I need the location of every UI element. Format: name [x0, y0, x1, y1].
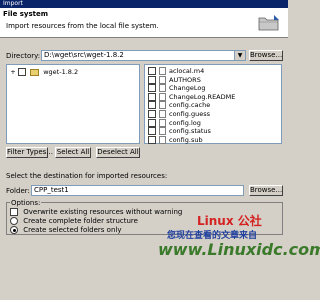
tree-item-root[interactable]: + wget-1.8.2 — [10, 68, 78, 76]
banner-title: File system — [3, 10, 49, 18]
chevron-down-icon[interactable]: ▼ — [234, 51, 245, 60]
file-name: config.status — [169, 127, 211, 136]
overwrite-checkbox[interactable] — [10, 208, 18, 216]
file-checkbox[interactable] — [148, 75, 156, 84]
file-list-item[interactable]: ChangeLog — [148, 84, 206, 93]
overwrite-option[interactable]: Overwrite existing resources without war… — [10, 208, 182, 216]
directory-browse-button[interactable]: Browse... — [249, 50, 283, 61]
deselect-all-button[interactable]: Deselect All — [96, 147, 140, 158]
file-icon — [159, 110, 166, 118]
folder-input[interactable]: CPP_test1 — [31, 185, 244, 196]
file-list-item[interactable]: config.log — [148, 118, 201, 127]
file-name: ChangeLog — [169, 84, 206, 93]
file-name: config.guess — [169, 110, 210, 118]
create-complete-option[interactable]: Create complete folder structure — [10, 217, 138, 225]
file-list-item[interactable]: config.status — [148, 127, 211, 136]
file-checkbox[interactable] — [148, 101, 156, 110]
expand-icon[interactable]: + — [10, 68, 16, 76]
file-list-panel[interactable]: aclocal.m4 AUTHORS ChangeLog ChangeLog.READ… — [144, 64, 282, 144]
watermark-url: www.Linuxidc.com — [158, 240, 320, 259]
folder-label: Folder: — [6, 187, 30, 195]
file-checkbox[interactable] — [148, 135, 156, 144]
file-icon — [159, 67, 166, 75]
folder-tree-panel[interactable]: + wget-1.8.2 — [6, 64, 140, 144]
file-name: config.sub — [169, 135, 203, 144]
create-selected-option[interactable]: Create selected folders only — [10, 226, 122, 234]
tree-root-label: wget-1.8.2 — [43, 68, 79, 76]
folder-value: CPP_test1 — [34, 186, 69, 194]
overwrite-label: Overwrite existing resources without war… — [23, 208, 183, 216]
create-selected-radio[interactable] — [10, 226, 18, 234]
create-complete-radio[interactable] — [10, 217, 18, 225]
window-title: Import — [3, 0, 23, 7]
banner-subtitle: Import resources from the local file sys… — [6, 22, 159, 30]
file-name: config.log — [169, 118, 201, 127]
file-checkbox[interactable] — [148, 110, 156, 118]
directory-value: D:\wget\src\wget-1.8.2 — [44, 51, 124, 59]
file-icon — [159, 118, 166, 127]
file-name: ChangeLog.README — [169, 92, 236, 101]
file-checkbox[interactable] — [148, 127, 156, 136]
window-title-bar: Import — [0, 0, 288, 8]
file-checkbox[interactable] — [148, 84, 156, 93]
destination-heading: Select the destination for imported reso… — [6, 172, 168, 180]
file-checkbox[interactable] — [148, 67, 156, 75]
folder-icon — [30, 68, 40, 76]
file-icon — [159, 101, 166, 110]
file-icon — [159, 135, 166, 144]
file-list-item[interactable]: config.cache — [148, 101, 211, 110]
file-icon — [159, 75, 166, 84]
file-list-item[interactable]: aclocal.m4 — [148, 67, 204, 75]
directory-label: Directory: — [6, 52, 41, 60]
options-heading: Options: — [10, 199, 42, 207]
directory-combo[interactable]: D:\wget\src\wget-1.8.2 ▼ — [41, 50, 246, 61]
file-list-item[interactable]: AUTHORS — [148, 75, 201, 84]
file-list-item[interactable]: config.guess — [148, 110, 210, 118]
select-all-button[interactable]: Select All — [55, 147, 91, 158]
file-checkbox[interactable] — [148, 118, 156, 127]
folder-browse-button[interactable]: Browse... — [249, 185, 283, 196]
folder-icon — [258, 15, 279, 31]
file-icon — [159, 92, 166, 101]
file-name: aclocal.m4 — [169, 67, 205, 75]
file-name: AUTHORS — [169, 75, 201, 84]
file-name: config.cache — [169, 101, 211, 110]
file-icon — [159, 127, 166, 136]
filter-types-button[interactable]: Filter Types... — [6, 147, 53, 158]
create-selected-label: Create selected folders only — [23, 226, 122, 234]
tree-root-checkbox[interactable] — [18, 68, 27, 76]
watermark-title: Linux 公社 — [197, 214, 262, 228]
create-complete-label: Create complete folder structure — [23, 217, 138, 225]
file-icon — [159, 84, 166, 93]
file-checkbox[interactable] — [148, 92, 156, 101]
file-list-item[interactable]: config.sub — [148, 135, 203, 144]
file-list-item[interactable]: ChangeLog.README — [148, 92, 236, 101]
